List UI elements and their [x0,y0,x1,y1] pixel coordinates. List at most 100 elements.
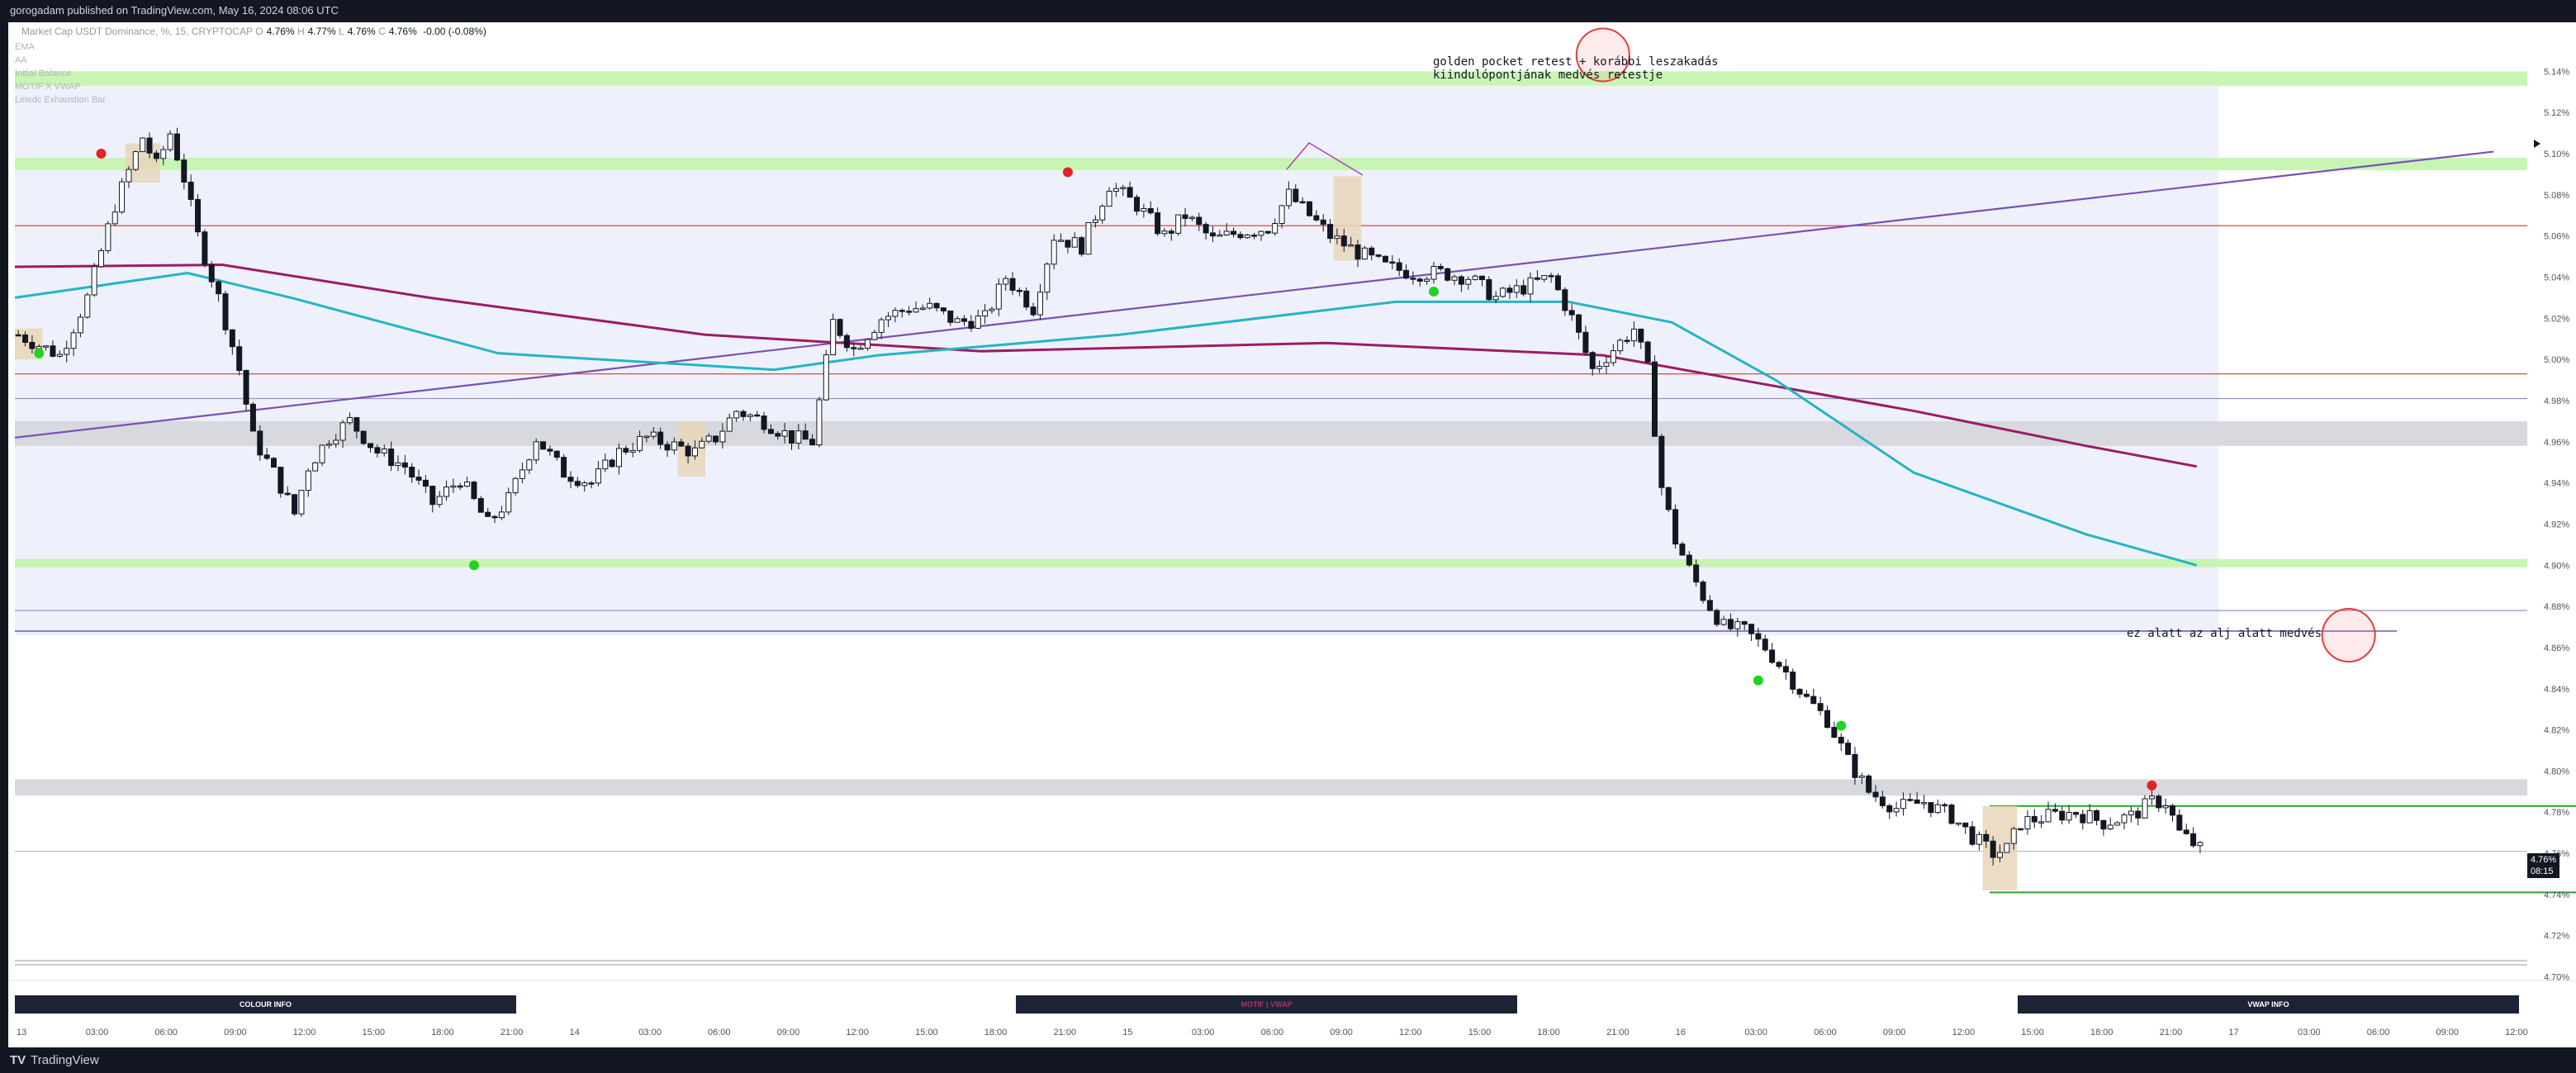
candle-body [305,470,311,491]
candle-body [160,149,167,159]
candle-body [588,482,595,485]
candle-body [1264,230,1271,234]
candle-body [1603,362,1610,367]
candle-body [1893,808,1900,813]
chart-area[interactable]: 5.14% 5.12% 5.10% 5.08% 5.06% 5.04% 5.02% 5.00%… [0,22,2576,1047]
chart-svg[interactable]: 5.14% 5.12% 5.10% 5.08% 5.06% 5.04% 5.02% 5.00%… [8,22,2576,1047]
candle-body [325,444,332,446]
indicator-leledc[interactable]: Leledc Exhaustion Bar [15,93,106,107]
candle-body [1030,306,1037,316]
candle-body [146,137,153,154]
candle-body [691,447,698,457]
candle-body [292,494,298,515]
candle-body [1845,743,1852,755]
candle-body [1092,219,1098,224]
zone-green-2 [15,558,2527,567]
candle-body [360,430,367,444]
candle-body [181,159,187,183]
candle-body [319,444,325,463]
candle-body [1168,230,1174,234]
candle-body [1486,279,1492,301]
candle-body [1762,639,1768,651]
candle-body [229,329,235,348]
candle-body [664,444,671,451]
candle-body [298,490,305,515]
candle-body [167,133,173,150]
candle-body [457,485,463,488]
candle-body [284,492,291,496]
candle-body [975,316,981,329]
indicator-ema[interactable]: EMA [15,40,106,54]
candle-body [2038,821,2045,824]
indicator-initial-balance[interactable]: Initial Balance [15,67,106,80]
legend-low: 4.76% [347,26,376,37]
candle-body [1700,582,1706,601]
candle-body [1403,269,1410,279]
tradingview-logo[interactable]: TV TradingView [10,1053,99,1067]
footer-bar: TV TradingView [0,1047,2576,1073]
candle-body [1424,278,1430,282]
candle-body [1658,435,1665,488]
indicator-aa[interactable]: AA [15,54,106,67]
x-tick-label: 03:00 [86,1028,109,1037]
marker-green-5 [1753,675,1763,686]
candle-body [1044,264,1051,293]
candle-body [512,477,519,493]
candle-body [1134,197,1140,212]
candle-body [1589,352,1596,369]
x-tick-label: 06:00 [2367,1028,2390,1037]
x-tick-label: 03:00 [2298,1028,2321,1037]
candle-body [1237,234,1244,239]
legend-close: 4.76% [388,26,417,37]
motif-vwap-button[interactable]: MOTIF | VWAP [1016,995,1517,1014]
candle-body [830,319,837,356]
candle-body [1527,277,1534,295]
x-tick-label: 18:00 [431,1028,454,1037]
candle-body [802,430,809,440]
candle-body [540,441,547,450]
x-tick-label: 15 [1122,1028,1132,1037]
last-price-tag: 4.76% 08:15 [2527,853,2560,878]
candle-body [187,181,194,200]
x-tick-label: 15:00 [915,1028,938,1037]
candle-body [1520,285,1527,295]
candle-body [415,477,422,481]
candle-body [1534,277,1540,280]
candle-body [927,302,933,309]
candle-body [1942,804,1948,807]
legend-close-label: C [378,26,386,37]
candle-body [2052,809,2058,812]
candle-body [29,342,36,349]
candle-body [1548,275,1554,278]
candle-body [22,334,29,344]
candle-body [637,435,643,451]
candle-body [1630,328,1637,342]
x-tick-label: 06:00 [154,1028,178,1037]
indicator-motif-vwap[interactable]: MOTIF X VWAP [15,80,106,93]
below-low-annotation: ez alatt az alj alatt medvés [2127,627,2322,640]
candle-body [1375,254,1382,257]
candle-body [1541,275,1548,280]
candle-body [526,459,533,471]
candle-body [64,348,70,355]
y-tick-label: 4.96% [2544,438,2569,448]
candle-body [2010,828,2017,844]
zone-grey-3 [15,420,2527,446]
golden-annotation-line2: kiindulópontjának medvés retestje [1433,69,1663,82]
candle-body [202,231,208,265]
candle-body [1244,235,1250,239]
candle-body [1679,544,1686,556]
candle-body [222,293,229,330]
colour-info-button[interactable]: COLOUR INFO [15,995,516,1014]
candle-body [271,458,277,468]
y-tick-label: 4.90% [2544,561,2569,571]
x-tick-label: 12:00 [2505,1028,2528,1037]
vwap-info-button[interactable]: VWAP INFO [2018,995,2519,1014]
candle-body [1299,201,1306,204]
candle-body [864,339,871,349]
candle-body [761,415,767,430]
x-tick-label: 12:00 [1952,1028,1976,1037]
indicator-legend: EMA AA Initial Balance MOTIF X VWAP Lele… [15,40,106,107]
candle-body [899,310,905,312]
candle-body [1382,255,1388,263]
